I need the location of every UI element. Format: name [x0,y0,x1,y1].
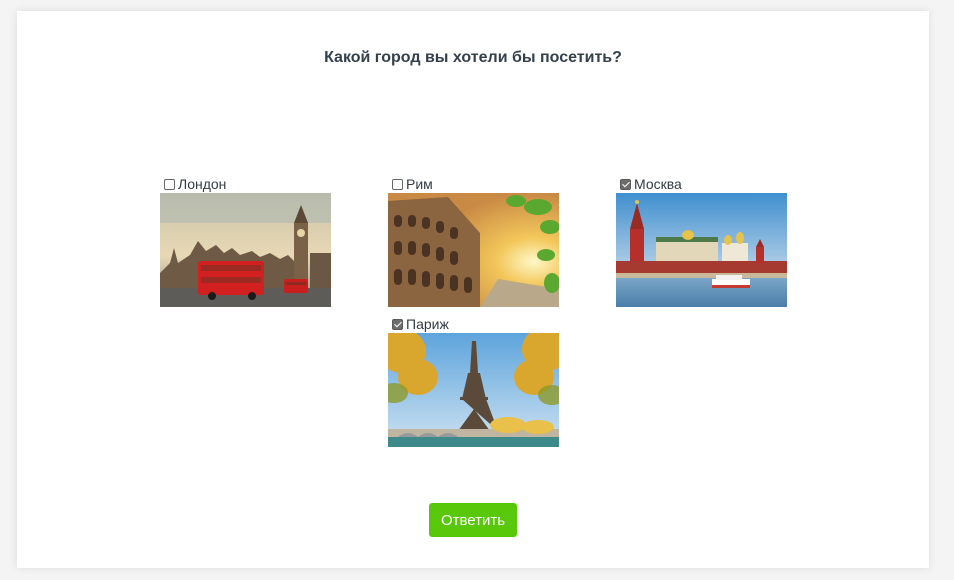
option-london-label[interactable]: Лондон [160,176,331,192]
moscow-label-text: Москва [634,176,682,192]
option-paris-label[interactable]: Париж [388,316,559,332]
option-moscow: Москва [616,176,787,307]
rome-colosseum-photo[interactable] [388,193,559,307]
submit-button[interactable]: Ответить [429,503,517,537]
rome-label-text: Рим [406,176,433,192]
moscow-checkbox[interactable] [620,178,631,190]
option-london: Лондон [160,176,331,307]
survey-card: Какой город вы хотели бы посетить? Лондо… [17,11,929,568]
moscow-kremlin-photo[interactable] [616,193,787,307]
rome-checkbox[interactable] [392,178,403,190]
london-checkbox[interactable] [164,178,175,190]
london-big-ben-photo[interactable] [160,193,331,307]
london-label-text: Лондон [178,176,227,192]
option-paris: Париж [388,316,559,447]
paris-checkbox[interactable] [392,318,403,330]
paris-label-text: Париж [406,316,449,332]
question-title: Какой город вы хотели бы посетить? [324,49,622,66]
option-rome: Рим [388,176,559,307]
option-moscow-label[interactable]: Москва [616,176,787,192]
paris-eiffel-tower-photo[interactable] [388,333,559,447]
option-rome-label[interactable]: Рим [388,176,559,192]
